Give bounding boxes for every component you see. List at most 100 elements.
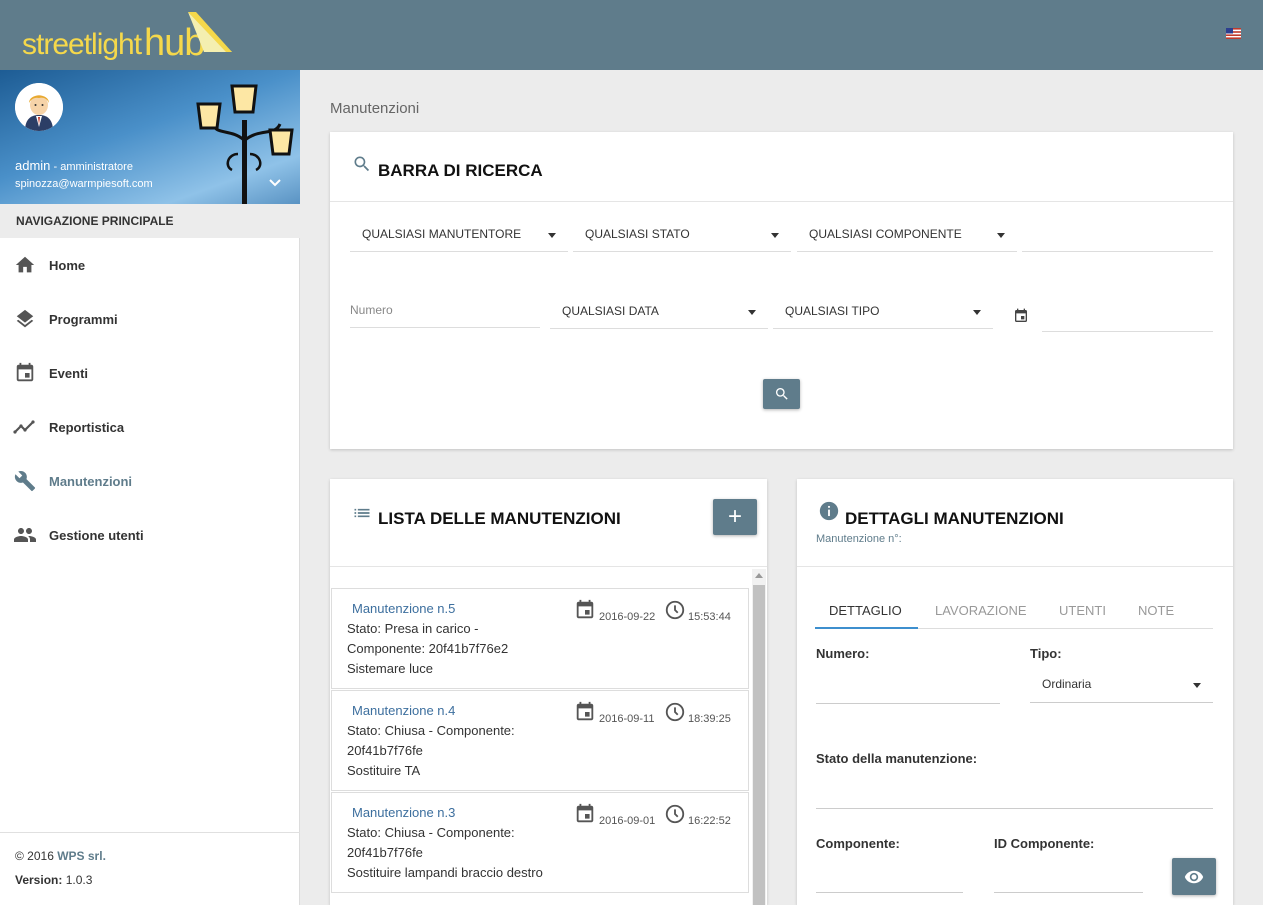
search-icon (354, 156, 370, 172)
company-link[interactable]: WPS srl. (57, 849, 106, 863)
componente-select[interactable]: QUALSIASI COMPONENTE (797, 218, 1017, 252)
breadcrumb: Manutenzioni (330, 100, 420, 117)
maintenance-description: Sistemare luce (347, 661, 433, 676)
maintenance-description: Sostituire lampandi braccio destro (347, 865, 543, 880)
tab-dettaglio[interactable]: DETTAGLIO (829, 603, 902, 618)
list-item[interactable]: Manutenzione n.3 Stato: Chiusa - Compone… (331, 792, 749, 893)
chevron-down-icon[interactable] (268, 178, 282, 188)
component-text-input[interactable] (1022, 218, 1213, 252)
numero-input[interactable]: Numero (350, 294, 540, 328)
maintenance-time: 18:39:25 (688, 713, 731, 725)
dropdown-caret-icon (1193, 683, 1201, 688)
calendar-icon[interactable] (1013, 308, 1029, 324)
top-bar: streetlight hub (0, 0, 1263, 70)
tipo-select-value: QUALSIASI TIPO (785, 304, 880, 318)
manutentore-select[interactable]: QUALSIASI MANUTENTORE (350, 218, 568, 252)
tab-note[interactable]: NOTE (1138, 603, 1174, 618)
search-icon (775, 388, 788, 400)
nav-item-label: Programmi (49, 311, 118, 327)
data-select-value: QUALSIASI DATA (562, 304, 659, 318)
stato-manutenzione-field[interactable] (816, 808, 1213, 809)
nav-item-home[interactable]: Home (0, 238, 300, 292)
user-profile-panel: admin - amministratore spinozza@warmpies… (0, 70, 300, 204)
tipo-select[interactable]: QUALSIASI TIPO (773, 295, 993, 329)
maintenance-title-link[interactable]: Manutenzione n.5 (352, 601, 455, 616)
maintenance-title-link[interactable]: Manutenzione n.4 (352, 703, 455, 718)
calendar-icon (576, 599, 594, 619)
wrench-icon (13, 469, 37, 493)
tab-lavorazione[interactable]: LAVORAZIONE (935, 603, 1027, 618)
tipo-select[interactable]: Ordinaria (1030, 671, 1213, 703)
dropdown-caret-icon (997, 233, 1005, 238)
list-card-header: LISTA DELLE MANUTENZIONI + (330, 479, 767, 567)
nav-item-reportistica[interactable]: Reportistica (0, 400, 300, 454)
maintenance-date: 2016-09-11 (599, 713, 655, 725)
maintenance-status: Stato: Chiusa - Componente: (347, 825, 515, 840)
dropdown-caret-icon (771, 233, 779, 238)
streetlighthub-logo[interactable]: streetlight hub (22, 10, 242, 64)
tab-utenti[interactable]: UTENTI (1059, 603, 1106, 618)
nav-heading: NAVIGAZIONE PRINCIPALE (0, 204, 300, 238)
avatar[interactable] (15, 83, 63, 131)
tipo-select-value: Ordinaria (1042, 677, 1092, 691)
tipo-label: Tipo: (1030, 646, 1062, 661)
details-subtitle: Manutenzione n°: (816, 533, 902, 545)
maintenance-status: Stato: Presa in carico - (347, 621, 479, 636)
sidebar-footer: © 2016 WPS srl. Version: 1.0.3 (0, 832, 300, 887)
numero-placeholder: Numero (350, 303, 393, 317)
search-card: BARRA DI RICERCA QUALSIASI MANUTENTORE Q… (330, 132, 1233, 449)
nav-item-label: Gestione utenti (49, 527, 144, 543)
numero-field[interactable] (816, 703, 1000, 704)
nav-item-label: Reportistica (49, 419, 125, 435)
logo-light-triangle-icon (188, 12, 232, 52)
nav-item-programmi[interactable]: Programmi (0, 292, 300, 346)
copyright: © 2016 WPS srl. (15, 849, 300, 863)
stato-select[interactable]: QUALSIASI STATO (573, 218, 791, 252)
logo-text-streetlight: streetlight (22, 28, 142, 61)
dropdown-caret-icon (748, 310, 756, 315)
us-flag-icon[interactable] (1226, 28, 1241, 39)
clock-icon (665, 702, 685, 722)
main-navigation: Home Programmi Eventi Reportistica Manut… (0, 238, 300, 562)
calendar-icon (13, 361, 37, 385)
scrollbar-thumb[interactable] (753, 585, 765, 905)
search-card-title: BARRA DI RICERCA (378, 161, 543, 180)
version-number: 1.0.3 (62, 873, 93, 887)
profile-role: - amministratore (50, 161, 133, 173)
add-maintenance-button[interactable]: + (713, 499, 757, 535)
maintenance-title-link[interactable]: Manutenzione n.3 (352, 805, 455, 820)
nav-item-eventi[interactable]: Eventi (0, 346, 300, 400)
active-tab-indicator (815, 627, 918, 629)
search-button[interactable] (763, 379, 800, 409)
list-icon (354, 508, 370, 518)
view-component-button[interactable] (1172, 858, 1216, 895)
maintenance-date: 2016-09-01 (599, 815, 656, 827)
clock-icon (665, 600, 685, 620)
list-item[interactable]: Manutenzione n.4 Stato: Chiusa - Compone… (331, 690, 749, 791)
home-icon (13, 253, 37, 277)
maintenance-details-card: DETTAGLI MANUTENZIONI Manutenzione n°: D… (797, 479, 1233, 905)
scroll-up-arrow-icon[interactable] (755, 573, 763, 578)
nav-item-gestione-utenti[interactable]: Gestione utenti (0, 508, 300, 562)
componente-select-value: QUALSIASI COMPONENTE (809, 227, 962, 241)
list-scrollbar[interactable] (752, 569, 766, 905)
numero-label: Numero: (816, 646, 870, 661)
info-icon (819, 501, 839, 521)
eye-icon (1184, 870, 1204, 883)
id-componente-field[interactable] (994, 892, 1143, 893)
profile-username: admin (15, 158, 51, 173)
dropdown-caret-icon (548, 233, 556, 238)
date-input[interactable] (1042, 298, 1213, 332)
maintenance-component: 20f41b7f76fe (347, 743, 423, 758)
maintenance-time: 16:22:52 (688, 815, 731, 827)
componente-field[interactable] (816, 892, 963, 893)
street-lamp-image (196, 84, 294, 204)
nav-item-manutenzioni[interactable]: Manutenzioni (0, 454, 300, 508)
nav-item-label: Home (49, 257, 86, 273)
manutentore-select-value: QUALSIASI MANUTENTORE (362, 227, 522, 241)
maintenance-status: Stato: Chiusa - Componente: (347, 723, 515, 738)
data-select[interactable]: QUALSIASI DATA (550, 295, 768, 329)
maintenance-component: 20f41b7f76fe (347, 845, 423, 860)
version-label: Version: (15, 873, 63, 887)
list-item[interactable]: Manutenzione n.5 Stato: Presa in carico … (331, 588, 749, 689)
